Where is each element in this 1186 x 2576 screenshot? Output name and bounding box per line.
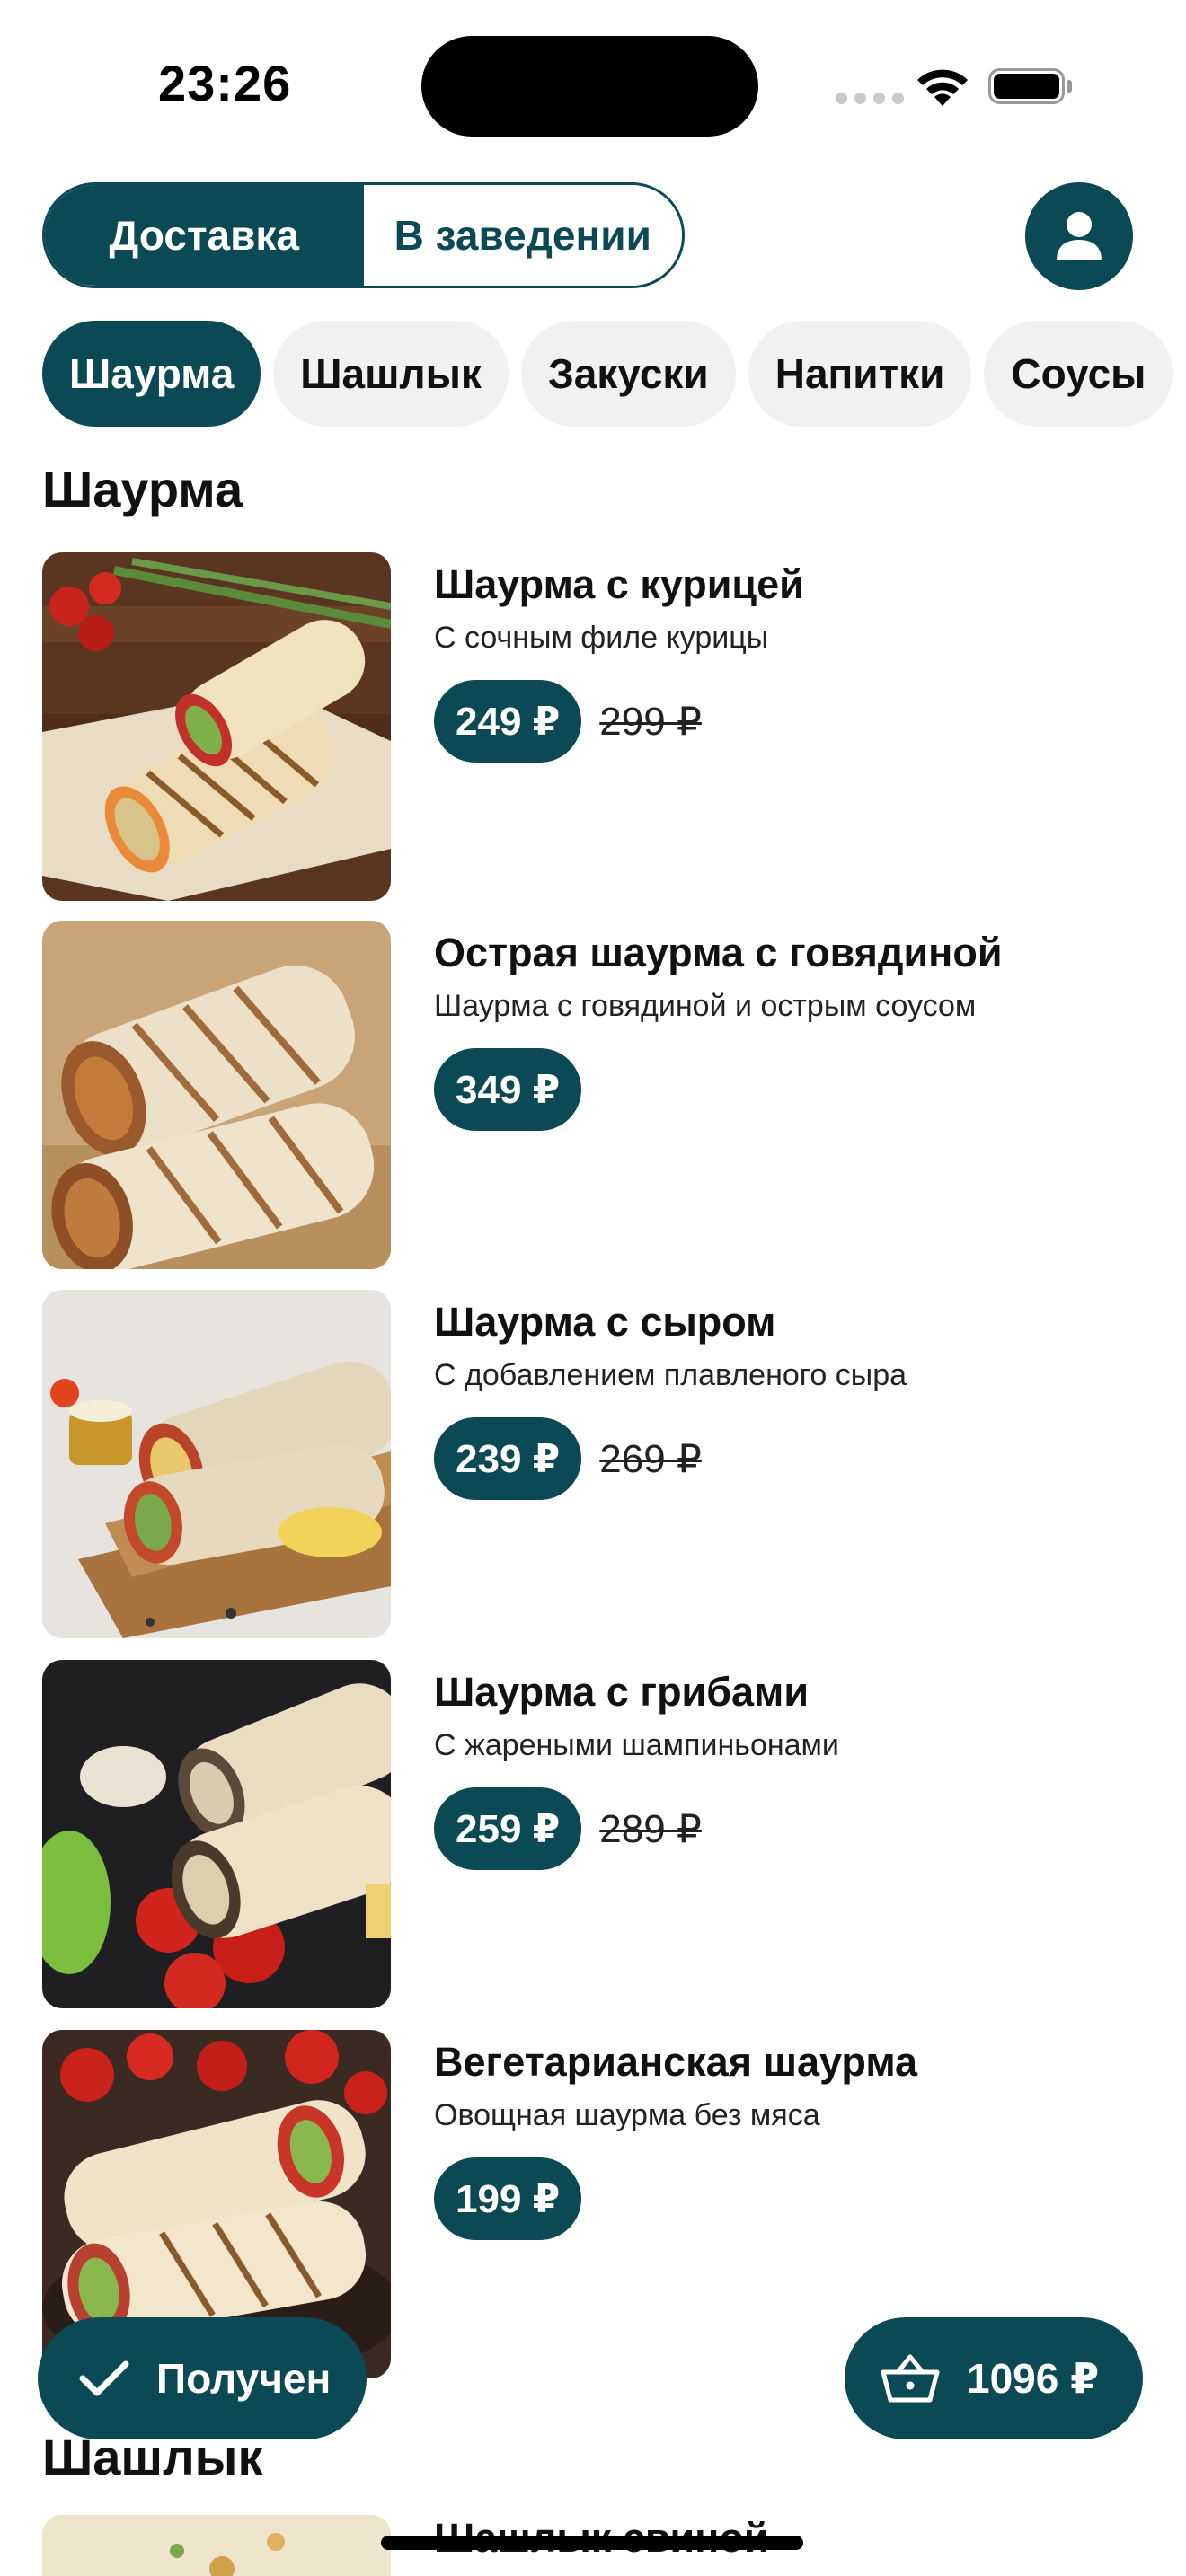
category-tab-sauces[interactable]: Соусы — [984, 321, 1173, 427]
cart-button[interactable]: 1096 ₽ — [845, 2317, 1143, 2439]
item-price-row: 249 ₽ 299 ₽ — [434, 680, 702, 763]
item-price-button[interactable]: 249 ₽ — [434, 680, 582, 763]
category-tabs: Шаурма Шашлык Закуски Напитки Соусы — [42, 321, 1186, 428]
item-price-row: 349 ₽ — [434, 1048, 582, 1131]
home-indicator — [381, 2536, 803, 2550]
item-price-button[interactable]: 259 ₽ — [434, 1787, 582, 1870]
item-photo — [42, 552, 391, 901]
item-photo — [42, 1660, 391, 2008]
dynamic-island — [421, 36, 758, 137]
item-old-price: 269 ₽ — [599, 1436, 702, 1481]
item-price-row: 259 ₽ 289 ₽ — [434, 1787, 702, 1870]
category-tab-snacks[interactable]: Закуски — [520, 321, 736, 427]
item-description: С добавлением плавленого сыра — [434, 1358, 907, 1392]
mode-dine-in[interactable]: В заведении — [363, 185, 682, 286]
item-price-row: 199 ₽ — [434, 2157, 582, 2240]
item-name: Шаурма с сыром — [434, 1299, 776, 1345]
status-time: 23:26 — [158, 55, 292, 111]
item-name: Шаурма с курицей — [434, 561, 804, 607]
item-photo — [42, 921, 391, 1269]
checkmark-icon — [79, 2360, 129, 2396]
menu-item[interactable]: Острая шаурма с говядиной Шаурма с говяд… — [42, 921, 1165, 1269]
basket-icon — [881, 2354, 940, 2403]
item-description: С сочным филе курицы — [434, 621, 769, 655]
item-name: Острая шаурма с говядиной — [434, 930, 1003, 975]
mode-delivery[interactable]: Доставка — [45, 185, 364, 286]
item-description: Шаурма с говядиной и острым соусом — [434, 989, 977, 1023]
item-name: Шаурма с грибами — [434, 1669, 809, 1715]
item-price-button[interactable]: 199 ₽ — [434, 2157, 582, 2240]
order-received-button[interactable]: Получен — [38, 2317, 367, 2439]
battery-icon — [988, 68, 1072, 104]
item-description: Овощная шаурма без мяса — [434, 2098, 820, 2132]
item-old-price: 299 ₽ — [599, 699, 702, 744]
item-description: С жареными шампиньонами — [434, 1728, 839, 1762]
item-price-button[interactable]: 239 ₽ — [434, 1417, 582, 1500]
item-price-button[interactable]: 349 ₽ — [434, 1048, 582, 1131]
cellular-signal-icon — [836, 93, 904, 104]
person-icon — [1057, 212, 1102, 260]
profile-button[interactable] — [1025, 182, 1133, 290]
category-tab-shashlik[interactable]: Шашлык — [273, 321, 509, 427]
menu-item[interactable]: Шаурма с грибами С жареными шампиньонами… — [42, 1660, 1165, 2008]
status-bar: 23:26 — [0, 0, 1186, 171]
category-tab-shawarma[interactable]: Шаурма — [42, 321, 261, 427]
item-name: Вегетарианская шаурма — [434, 2039, 918, 2085]
item-photo[interactable] — [42, 2515, 391, 2576]
cart-total: 1096 ₽ — [967, 2355, 1100, 2402]
menu-item[interactable]: Шаурма с курицей С сочным филе курицы 24… — [42, 552, 1165, 901]
wifi-icon — [917, 69, 968, 106]
order-received-label: Получен — [156, 2355, 332, 2402]
item-price-row: 239 ₽ 269 ₽ — [434, 1417, 702, 1500]
item-photo — [42, 1290, 391, 1638]
item-old-price: 289 ₽ — [599, 1806, 702, 1851]
delivery-mode-toggle: Доставка В заведении — [42, 182, 685, 288]
menu-item[interactable]: Шаурма с сыром С добавлением плавленого … — [42, 1290, 1165, 1638]
category-tab-drinks[interactable]: Напитки — [748, 321, 972, 427]
section-title-shawarma: Шаурма — [42, 461, 243, 517]
